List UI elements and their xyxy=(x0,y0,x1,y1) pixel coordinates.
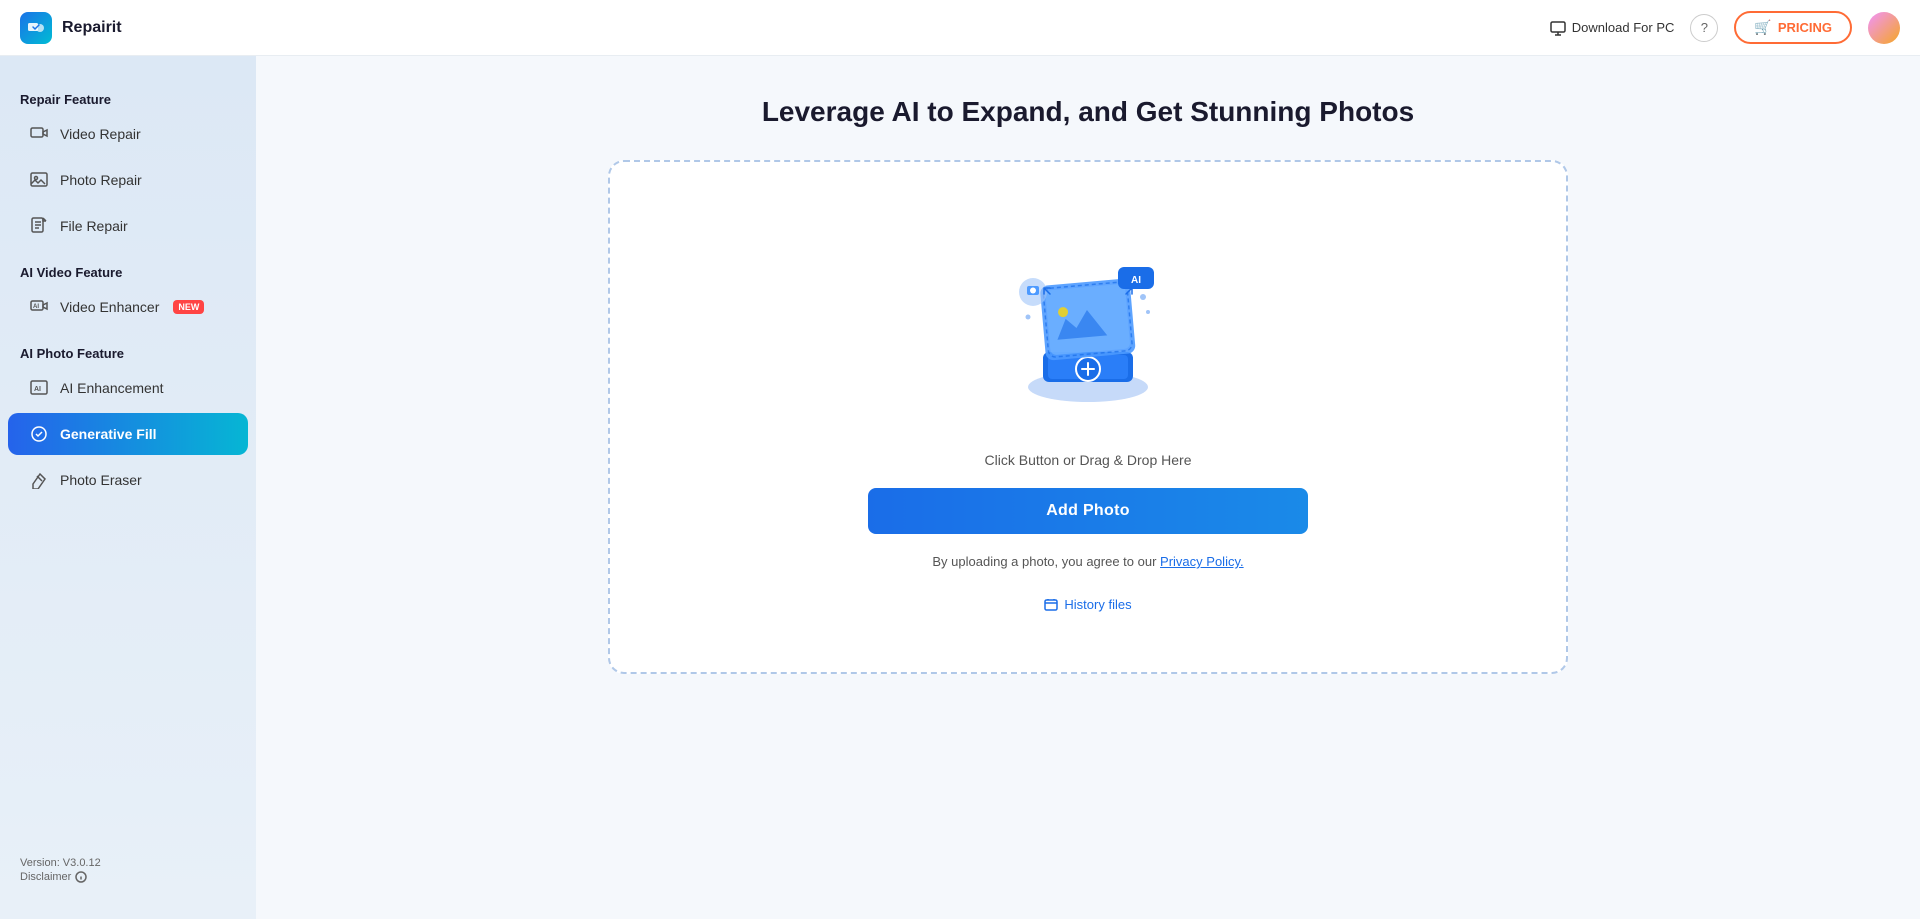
sidebar-item-video-repair-label: Video Repair xyxy=(60,126,141,142)
photo-repair-icon xyxy=(28,169,50,191)
sidebar-item-video-enhancer-label: Video Enhancer xyxy=(60,299,159,315)
ai-photo-feature-section-label: AI Photo Feature xyxy=(0,338,256,365)
pricing-button[interactable]: 🛒 PRICING xyxy=(1734,11,1852,44)
sidebar-item-photo-eraser[interactable]: Photo Eraser xyxy=(8,459,248,501)
new-badge: NEW xyxy=(173,300,204,314)
photo-eraser-icon xyxy=(28,469,50,491)
svg-text:AI: AI xyxy=(1131,275,1141,286)
upload-hint: Click Button or Drag & Drop Here xyxy=(985,452,1192,468)
page-title: Leverage AI to Expand, and Get Stunning … xyxy=(608,96,1568,128)
upload-zone[interactable]: AI Click Button or Drag & Dr xyxy=(608,160,1568,674)
app-header: Repairit Download For PC ? 🛒 PRICING xyxy=(0,0,1920,56)
video-enhancer-icon: AI xyxy=(28,296,50,318)
sidebar-footer: Version: V3.0.12 Disclaimer xyxy=(0,841,256,899)
disclaimer-link[interactable]: Disclaimer xyxy=(20,871,236,883)
repair-feature-section-label: Repair Feature xyxy=(0,84,256,111)
sidebar-item-generative-fill-label: Generative Fill xyxy=(60,426,156,442)
privacy-policy-link[interactable]: Privacy Policy. xyxy=(1160,554,1244,569)
sidebar-item-photo-eraser-label: Photo Eraser xyxy=(60,472,142,488)
generative-fill-icon xyxy=(28,423,50,445)
sidebar-item-photo-repair[interactable]: Photo Repair xyxy=(8,159,248,201)
cart-icon: 🛒 xyxy=(1754,19,1771,36)
svg-text:AI: AI xyxy=(34,386,41,393)
svg-text:AI: AI xyxy=(33,304,39,310)
content-area: Leverage AI to Expand, and Get Stunning … xyxy=(608,96,1568,674)
main-content: Leverage AI to Expand, and Get Stunning … xyxy=(256,56,1920,919)
header-right: Download For PC ? 🛒 PRICING xyxy=(1550,11,1900,44)
sidebar-item-generative-fill[interactable]: Generative Fill xyxy=(8,413,248,455)
ai-video-feature-section-label: AI Video Feature xyxy=(0,257,256,284)
sidebar-item-file-repair[interactable]: File Repair xyxy=(8,205,248,247)
sidebar: Repair Feature Video Repair Photo Repair xyxy=(0,56,256,919)
history-files-link[interactable]: History files xyxy=(1044,597,1131,612)
app-layout: Repair Feature Video Repair Photo Repair xyxy=(0,56,1920,919)
version-text: Version: V3.0.12 xyxy=(20,857,236,869)
privacy-text: By uploading a photo, you agree to our P… xyxy=(932,554,1243,569)
upload-illustration: AI xyxy=(988,222,1188,422)
user-avatar[interactable] xyxy=(1868,12,1900,44)
download-pc-button[interactable]: Download For PC xyxy=(1550,20,1675,36)
file-repair-icon xyxy=(28,215,50,237)
video-repair-icon xyxy=(28,123,50,145)
sidebar-item-photo-repair-label: Photo Repair xyxy=(60,172,142,188)
app-logo xyxy=(20,12,52,44)
sidebar-item-video-repair[interactable]: Video Repair xyxy=(8,113,248,155)
sidebar-item-file-repair-label: File Repair xyxy=(60,218,128,234)
sidebar-item-ai-enhancement-label: AI Enhancement xyxy=(60,380,164,396)
header-left: Repairit xyxy=(20,12,122,44)
sidebar-item-ai-enhancement[interactable]: AI AI Enhancement xyxy=(8,367,248,409)
add-photo-button[interactable]: Add Photo xyxy=(868,488,1308,534)
sidebar-item-video-enhancer[interactable]: AI Video Enhancer NEW xyxy=(8,286,248,328)
ai-enhancement-icon: AI xyxy=(28,377,50,399)
help-icon[interactable]: ? xyxy=(1690,14,1718,42)
app-name: Repairit xyxy=(62,19,122,37)
